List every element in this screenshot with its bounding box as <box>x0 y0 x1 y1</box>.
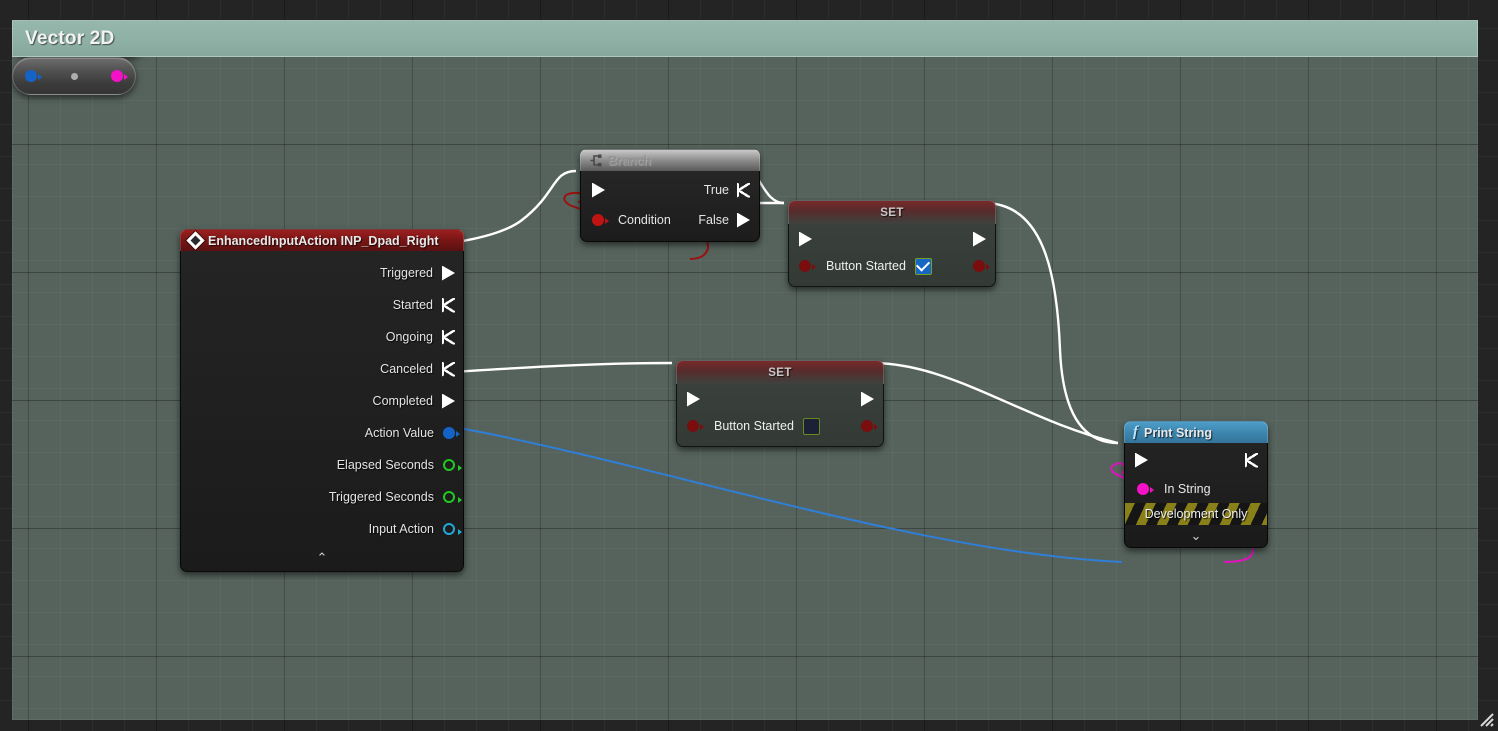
branch-false-out[interactable]: False <box>698 213 750 228</box>
exec-pin-triggered[interactable] <box>442 266 455 281</box>
data-pin-input-action[interactable] <box>443 523 455 535</box>
data-pin-in-string[interactable] <box>1137 483 1149 495</box>
pin-row-ongoing[interactable]: Ongoing <box>181 321 463 353</box>
data-pin-conversion-out[interactable] <box>111 70 123 82</box>
data-pin-conversion-in[interactable] <box>25 70 37 82</box>
pin-row-completed[interactable]: Completed <box>181 385 463 417</box>
branch-icon <box>589 154 602 167</box>
pin-label: Input Action <box>369 522 434 536</box>
set-variable-label: Button Started <box>714 419 794 433</box>
node-branch[interactable]: Branch True Condition <box>580 149 760 242</box>
function-icon: f <box>1133 425 1138 440</box>
node-title-label[interactable]: SET <box>788 200 996 224</box>
bool-checkbox-checked[interactable] <box>915 258 932 275</box>
blueprint-graph-canvas[interactable]: EnhancedInputAction INP_Dpad_Right Trigg… <box>12 20 1478 720</box>
diamond-icon <box>186 231 204 249</box>
pin-row-canceled[interactable]: Canceled <box>181 353 463 385</box>
pin-label: Action Value <box>365 426 434 440</box>
node-title-label[interactable]: SET <box>676 360 884 384</box>
node-title-label: Branch <box>608 154 651 168</box>
exec-pin-in[interactable] <box>799 232 812 247</box>
data-pin-value-in[interactable] <box>687 420 699 432</box>
data-pin-action-value[interactable] <box>443 427 455 439</box>
node-set-button-started-true[interactable]: SET Button Started <box>788 200 996 287</box>
set-exec-row[interactable] <box>677 386 883 412</box>
pin-row-triggered[interactable]: Triggered <box>181 257 463 289</box>
pin-label: Elapsed Seconds <box>337 458 434 472</box>
set-data-row[interactable]: Button Started <box>789 252 995 280</box>
exec-pin-completed[interactable] <box>442 394 455 409</box>
exec-pin-in[interactable] <box>687 392 700 407</box>
set-data-row[interactable]: Button Started <box>677 412 883 440</box>
set-variable-label: Button Started <box>826 259 906 273</box>
collapse-chevron-up-icon[interactable]: ⌃ <box>181 545 463 571</box>
editor-frame: EnhancedInputAction INP_Dpad_Right Trigg… <box>0 0 1498 731</box>
branch-true-out[interactable]: True <box>704 183 750 198</box>
node-title-bar[interactable]: Branch <box>580 149 760 171</box>
branch-true-label: True <box>704 183 729 197</box>
node-title-bar[interactable]: f Print String <box>1124 421 1268 443</box>
branch-condition-in[interactable]: Condition <box>592 213 671 227</box>
pin-label: Started <box>393 298 433 312</box>
pin-label: Triggered Seconds <box>329 490 434 504</box>
node-conversion[interactable] <box>12 57 136 95</box>
exec-pin-out[interactable] <box>973 232 986 247</box>
data-pin-value-out[interactable] <box>973 260 985 272</box>
data-pin-triggered-seconds[interactable] <box>443 491 455 503</box>
exec-pin-in[interactable] <box>1135 453 1148 468</box>
node-enhanced-input-action[interactable]: EnhancedInputAction INP_Dpad_Right Trigg… <box>180 229 464 572</box>
exec-pin-true[interactable] <box>737 183 750 198</box>
set-variable[interactable]: Button Started <box>687 418 820 435</box>
exec-pin-ongoing[interactable] <box>442 330 455 345</box>
pin-row-action-value[interactable]: Action Value <box>181 417 463 449</box>
node-title-label: EnhancedInputAction INP_Dpad_Right <box>208 234 439 248</box>
pin-label: Canceled <box>380 362 433 376</box>
pin-label: Triggered <box>380 266 433 280</box>
node-title-bar[interactable]: EnhancedInputAction INP_Dpad_Right <box>180 229 464 251</box>
pin-label: Ongoing <box>386 330 433 344</box>
node-set-button-started-false[interactable]: SET Button Started <box>676 360 884 447</box>
print-in-string-row[interactable]: In String <box>1125 475 1267 503</box>
print-exec-row[interactable] <box>1125 445 1267 475</box>
data-pin-value-out[interactable] <box>861 420 873 432</box>
node-body: Button Started <box>676 384 884 447</box>
node-body: Button Started <box>788 224 996 287</box>
in-string-label: In String <box>1164 482 1211 496</box>
pin-row-elapsed-seconds[interactable]: Elapsed Seconds <box>181 449 463 481</box>
node-print-string[interactable]: f Print String In String Development Onl… <box>1124 421 1268 548</box>
branch-row-condition-false[interactable]: Condition False <box>581 205 759 235</box>
node-body: In String Development Only ⌄ <box>1124 443 1268 548</box>
bool-checkbox-unchecked[interactable] <box>803 418 820 435</box>
node-title-label: Print String <box>1144 426 1212 440</box>
set-variable[interactable]: Button Started <box>799 258 932 275</box>
pin-row-input-action[interactable]: Input Action <box>181 513 463 545</box>
exec-pin-canceled[interactable] <box>442 362 455 377</box>
page-title: Vector 2D <box>13 28 114 50</box>
exec-pin-in[interactable] <box>592 183 605 198</box>
pin-row-started[interactable]: Started <box>181 289 463 321</box>
wire-set2-to-print <box>872 363 1118 443</box>
pin-label: Completed <box>373 394 433 408</box>
resize-grip-icon[interactable] <box>1476 709 1494 727</box>
exec-pin-false[interactable] <box>737 213 750 228</box>
wire-set1-to-print <box>984 203 1118 443</box>
exec-pin-out[interactable] <box>1245 453 1258 468</box>
data-pin-condition[interactable] <box>592 214 604 226</box>
data-pin-elapsed-seconds[interactable] <box>443 459 455 471</box>
conversion-dot-icon <box>71 73 78 80</box>
branch-condition-label: Condition <box>618 213 671 227</box>
data-pin-value-in[interactable] <box>799 260 811 272</box>
graph-header-bar: Vector 2D <box>12 20 1478 57</box>
branch-row-exec-true[interactable]: True <box>581 175 759 205</box>
branch-exec-in[interactable] <box>592 183 605 198</box>
branch-false-label: False <box>698 213 729 227</box>
exec-pin-started[interactable] <box>442 298 455 313</box>
node-body: Triggered Started Ongoing Canceled Compl… <box>180 251 464 572</box>
pin-row-triggered-seconds[interactable]: Triggered Seconds <box>181 481 463 513</box>
exec-pin-out[interactable] <box>861 392 874 407</box>
set-exec-row[interactable] <box>789 226 995 252</box>
node-body: True Condition False <box>580 171 760 242</box>
expand-chevron-down-icon[interactable]: ⌄ <box>1125 525 1267 547</box>
development-only-banner: Development Only <box>1125 503 1267 525</box>
